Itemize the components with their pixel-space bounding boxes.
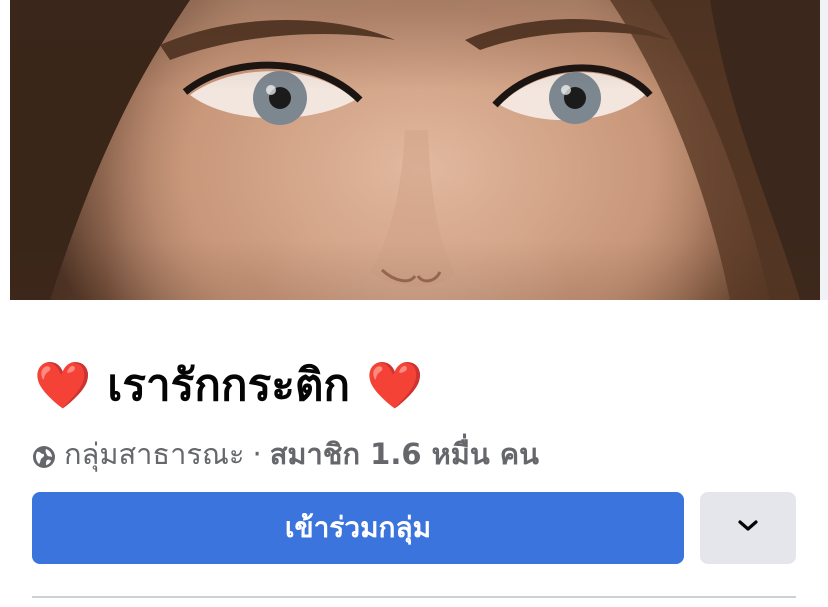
privacy-label: กลุ่มสาธารณะ bbox=[64, 437, 245, 471]
group-title: ❤️ เรารักกระติก ❤️ bbox=[34, 350, 423, 420]
chevron-down-icon bbox=[736, 518, 760, 538]
cover-edge bbox=[820, 0, 828, 300]
heart-emoji-left: ❤️ bbox=[34, 358, 92, 412]
join-group-button[interactable]: เข้าร่วมกลุ่ม bbox=[32, 492, 684, 564]
group-meta: กลุ่มสาธารณะ · สมาชิก 1.6 หมื่น คน bbox=[32, 432, 539, 476]
heart-emoji-right: ❤️ bbox=[366, 358, 424, 412]
group-cover-photo[interactable] bbox=[10, 0, 820, 300]
section-divider bbox=[32, 596, 796, 598]
member-count[interactable]: สมาชิก 1.6 หมื่น คน bbox=[270, 431, 539, 477]
more-options-button[interactable] bbox=[700, 492, 796, 564]
cover-shade bbox=[10, 0, 820, 300]
globe-icon bbox=[32, 442, 56, 468]
group-name[interactable]: เรารักกระติก bbox=[107, 350, 350, 420]
meta-separator: · bbox=[252, 437, 262, 471]
